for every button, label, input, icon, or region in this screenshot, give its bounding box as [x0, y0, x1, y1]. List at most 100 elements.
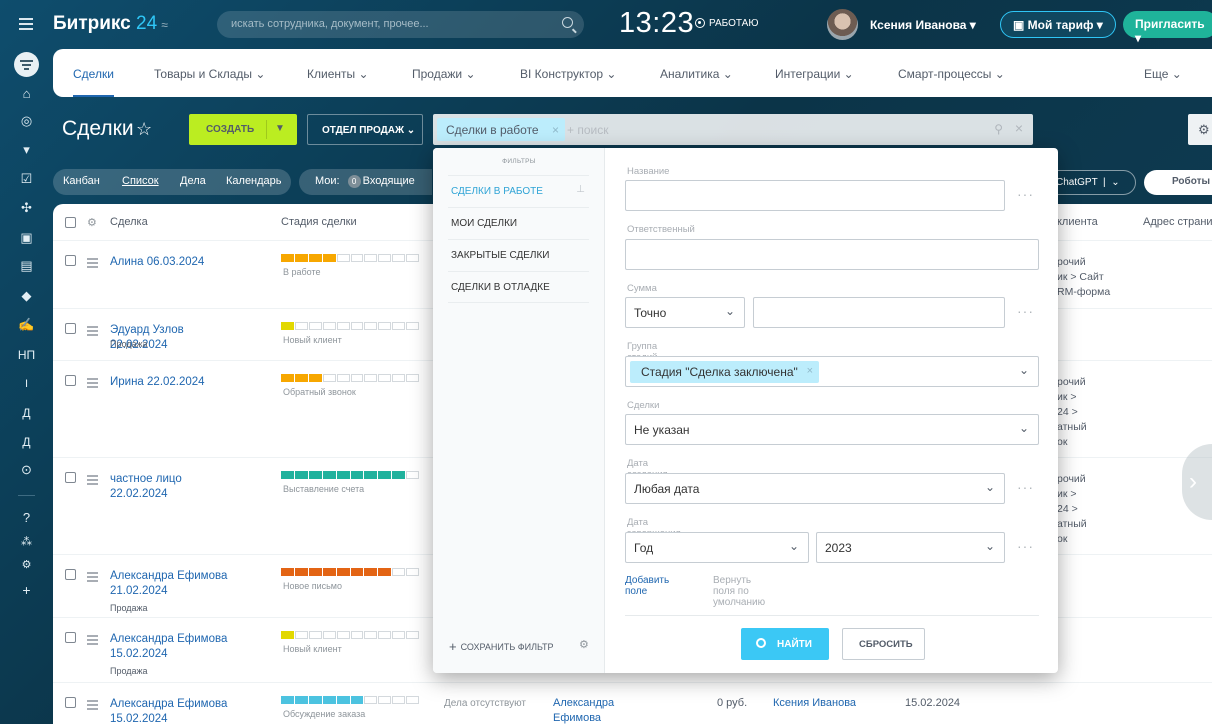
sign-icon[interactable]: ✍ [0, 317, 53, 333]
user-menu[interactable]: Ксения Иванова ▾ [870, 18, 976, 32]
save-filter-button[interactable]: + СОХРАНИТЬ ФИЛЬТР [449, 639, 554, 654]
stage-progress[interactable] [281, 631, 420, 639]
stage-progress[interactable] [281, 374, 420, 382]
add-field-link[interactable]: Добавить поле [625, 575, 669, 597]
avatar[interactable] [827, 9, 858, 40]
row-checkbox[interactable] [65, 697, 76, 708]
nav-products[interactable]: Товары и Склады ⌄ [154, 67, 265, 81]
menu-icon[interactable] [19, 18, 33, 33]
search-icon[interactable]: ⚲ [994, 122, 1003, 136]
restore-fields-link[interactable]: Вернуть поля по умолчанию [713, 575, 765, 608]
stage-progress[interactable] [281, 471, 420, 479]
work-status[interactable]: РАБОТАЮ [695, 18, 758, 29]
name-field[interactable] [625, 180, 1005, 211]
stage-progress[interactable] [281, 568, 420, 576]
stage-progress[interactable] [281, 322, 420, 330]
preset-in-work[interactable]: СДЕЛКИ В РАБОТЕ ⊥ [448, 175, 589, 207]
row-menu-icon[interactable] [87, 572, 98, 584]
row-menu-icon[interactable] [87, 378, 98, 390]
row-checkbox[interactable] [65, 375, 76, 386]
filter-search-input[interactable]: + поиск [567, 123, 608, 137]
responsible-link[interactable]: Ксения Иванова [773, 696, 856, 711]
contact-link[interactable]: Александра Ефимова [553, 696, 633, 724]
close-icon[interactable]: × [552, 123, 559, 137]
close-icon[interactable]: × [807, 365, 813, 377]
org-structure-icon[interactable]: ⁂ [0, 535, 53, 548]
select-all-checkbox[interactable] [65, 217, 76, 228]
pin-icon[interactable]: ⊥ [576, 184, 585, 195]
invite-button[interactable]: Пригласить ▾ [1123, 11, 1212, 45]
col-client[interactable]: клиента [1057, 216, 1098, 228]
clear-icon[interactable]: × [1015, 120, 1023, 136]
settings-button[interactable]: ⚙ [1188, 114, 1212, 145]
stage-group-field[interactable]: Стадия "Сделка заключена" × ⌄ [625, 356, 1039, 387]
more-icon[interactable]: ··· [1017, 538, 1034, 554]
target-icon[interactable]: ◎ [0, 113, 53, 129]
row-menu-icon[interactable] [87, 700, 98, 712]
nav-bi[interactable]: BI Конструктор ⌄ [520, 67, 616, 81]
stage-progress[interactable] [281, 696, 420, 704]
row-checkbox[interactable] [65, 632, 76, 643]
rail-item-i[interactable]: I [0, 378, 53, 390]
search-icon[interactable] [562, 17, 573, 28]
stage-progress[interactable] [281, 254, 420, 262]
closed-year-select[interactable]: 2023 ⌄ [816, 532, 1005, 563]
tariff-button[interactable]: ▣ Мой тариф ▾ [1000, 11, 1116, 38]
deal-link[interactable]: Александра Ефимова 15.02.2024 [110, 697, 240, 724]
global-search-input[interactable]: искать сотрудника, документ, прочее... [217, 11, 584, 38]
preset-debug[interactable]: СДЕЛКИ В ОТЛАДКЕ [448, 271, 589, 303]
stage-chip[interactable]: Стадия "Сделка заключена" × [630, 361, 819, 383]
more-icon[interactable]: ··· [1017, 303, 1034, 319]
gear-icon[interactable]: ⚙ [579, 638, 589, 651]
nav-integrations[interactable]: Интеграции ⌄ [775, 67, 854, 81]
more-icon[interactable]: ··· [1017, 479, 1034, 495]
rail-item-np[interactable]: НП [0, 348, 53, 362]
robots-button[interactable]: Роботы [1144, 170, 1212, 195]
deal-link[interactable]: Александра Ефимова 15.02.2024 [110, 632, 240, 662]
box-icon[interactable]: ◆ [0, 288, 53, 304]
col-stage[interactable]: Стадия сделки [281, 216, 357, 228]
sum-mode-select[interactable]: Точно ⌄ [625, 297, 745, 328]
row-menu-icon[interactable] [87, 635, 98, 647]
closed-mode-select[interactable]: Год ⌄ [625, 532, 809, 563]
nav-clients[interactable]: Клиенты ⌄ [307, 67, 369, 81]
rail-item-d1[interactable]: Д [0, 406, 53, 420]
reset-button[interactable]: СБРОСИТЬ [842, 628, 925, 660]
add-icon[interactable]: + [0, 582, 53, 598]
view-list[interactable]: Список [122, 175, 159, 187]
row-checkbox[interactable] [65, 255, 76, 266]
view-calendar[interactable]: Календарь [226, 175, 282, 187]
deal-link[interactable]: частное лицо 22.02.2024 [110, 472, 240, 502]
sales-department-button[interactable]: ОТДЕЛ ПРОДАЖ ⌄ [307, 114, 423, 145]
nav-analytics[interactable]: Аналитика ⌄ [660, 67, 733, 81]
view-activities[interactable]: Дела [180, 175, 206, 187]
row-menu-icon[interactable] [87, 475, 98, 487]
rail-item-d2[interactable]: Д [0, 435, 53, 449]
deal-link[interactable]: Алина 06.03.2024 [110, 255, 240, 270]
filter-rail-icon[interactable] [14, 52, 39, 77]
bank-icon[interactable]: ⌂ [0, 86, 53, 101]
chevron-circle-icon[interactable]: ⊙ [0, 462, 53, 478]
col-deal[interactable]: Сделка [110, 216, 148, 228]
nav-deals[interactable]: Сделки [73, 67, 114, 81]
more-icon[interactable]: ··· [1017, 186, 1034, 202]
row-menu-icon[interactable] [87, 258, 98, 270]
nav-more[interactable]: Еще ⌄ [1144, 67, 1182, 81]
help-icon[interactable]: ? [0, 510, 53, 525]
preset-closed[interactable]: ЗАКРЫТЫЕ СДЕЛКИ [448, 239, 589, 271]
filter-search-bar[interactable]: Сделки в работе × + поиск ⚲ × [433, 114, 1033, 145]
create-button[interactable]: СОЗДАТЬ ▼ [189, 114, 297, 145]
puzzle-icon[interactable]: ✣ [0, 200, 53, 216]
row-checkbox[interactable] [65, 569, 76, 580]
deal-link[interactable]: Александра Ефимова 21.02.2024 [110, 569, 240, 599]
star-icon[interactable]: ☆ [136, 119, 152, 140]
sum-value-field[interactable] [753, 297, 1005, 328]
nav-sales[interactable]: Продажи ⌄ [412, 67, 476, 81]
contact-card-icon[interactable]: ▣ [0, 230, 53, 246]
view-kanban[interactable]: Канбан [63, 175, 100, 187]
preset-my-deals[interactable]: МОИ СДЕЛКИ [448, 207, 589, 239]
filter-chip[interactable]: Сделки в работе × [437, 118, 565, 141]
robot-icon[interactable]: ▤ [0, 258, 53, 274]
cart-icon[interactable]: ▾ [0, 142, 53, 158]
clock[interactable]: 13:23 [619, 7, 694, 40]
